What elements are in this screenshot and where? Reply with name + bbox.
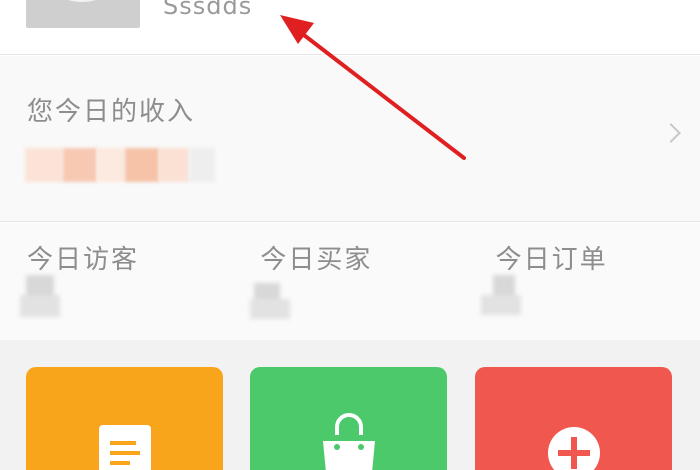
quick-actions xyxy=(0,340,700,470)
stat-label: 今日订单 xyxy=(495,245,608,275)
orders-tile[interactable] xyxy=(26,367,223,470)
today-stats: 今日访客 今日买家 今日订单 xyxy=(0,223,700,340)
shop-profile-header: Sssdds xyxy=(0,0,700,55)
document-icon xyxy=(98,425,151,470)
plus-circle-icon xyxy=(547,427,600,470)
chevron-right-icon[interactable] xyxy=(661,123,681,143)
stat-visitors[interactable]: 今日访客 xyxy=(0,223,233,340)
shop-avatar[interactable] xyxy=(26,0,140,28)
avatar-ring xyxy=(46,0,118,2)
stat-label: 今日买家 xyxy=(260,245,373,275)
stat-value-blurred xyxy=(480,273,523,321)
income-value-blurred xyxy=(25,148,215,182)
stat-buyers[interactable]: 今日买家 xyxy=(233,223,466,340)
goods-tile[interactable] xyxy=(250,367,447,470)
income-label: 您今日的收入 xyxy=(27,97,196,127)
add-tile[interactable] xyxy=(475,367,672,470)
stat-value-blurred xyxy=(250,273,292,321)
income-section[interactable]: 您今日的收入 xyxy=(0,56,700,222)
stat-value-blurred xyxy=(20,273,62,321)
stat-orders[interactable]: 今日订单 xyxy=(467,223,700,340)
stat-label: 今日访客 xyxy=(27,245,140,275)
shop-username: Sssdds xyxy=(163,0,253,20)
shopping-bag-icon xyxy=(322,413,375,470)
